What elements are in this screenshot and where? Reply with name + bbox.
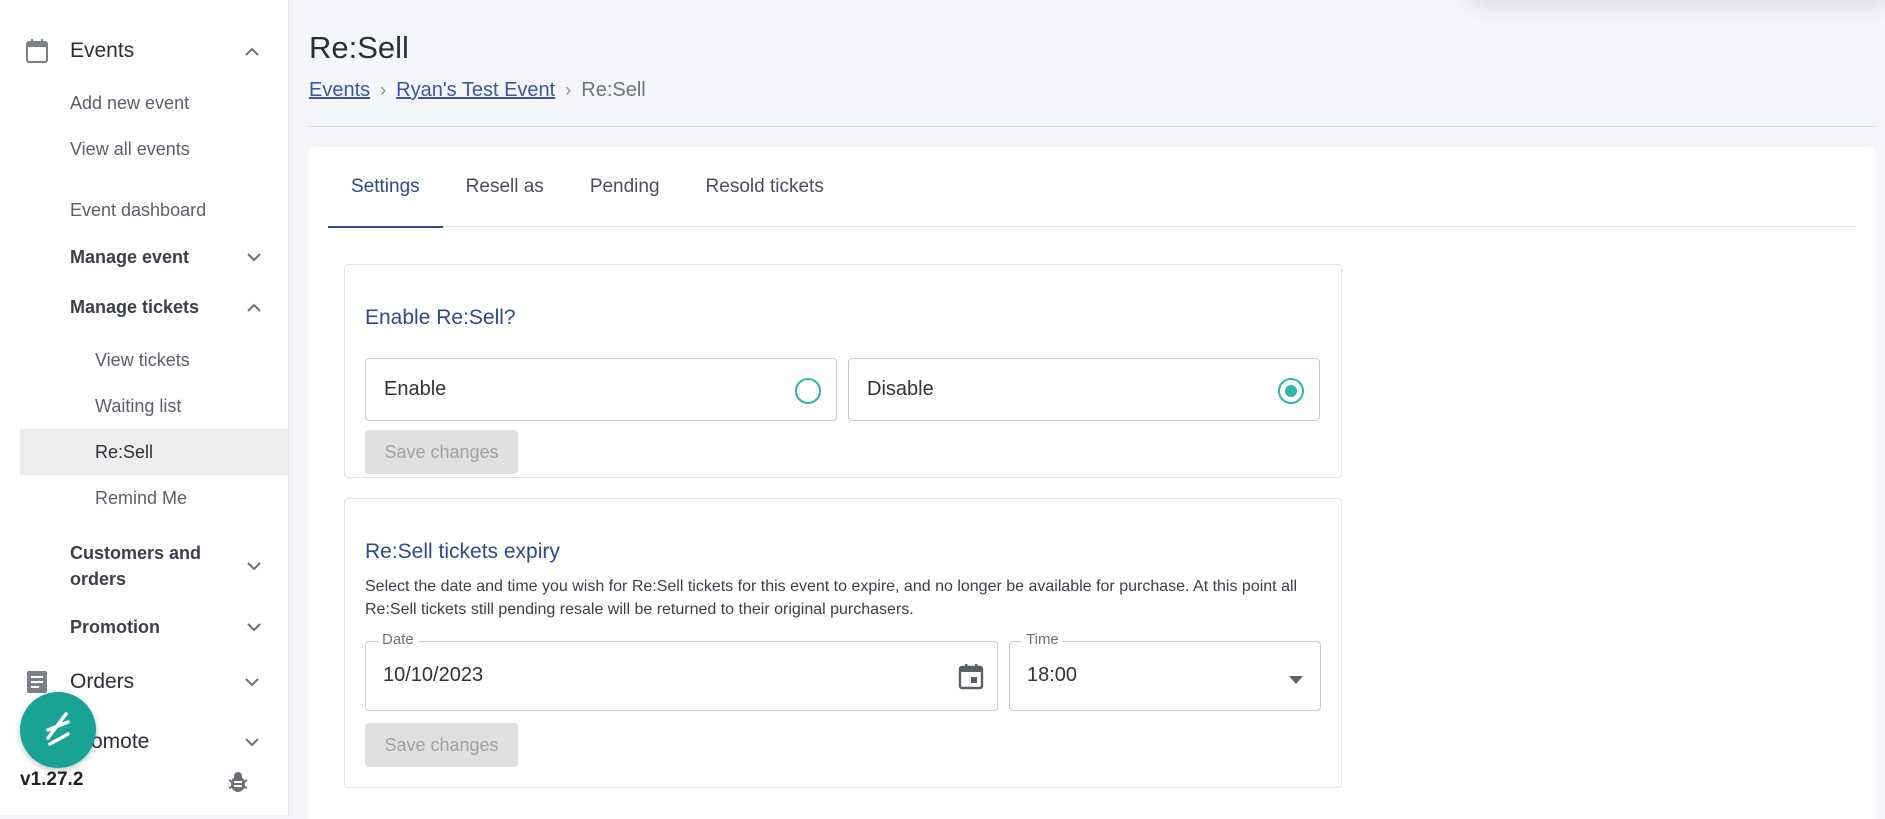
chevron-up-icon [246,299,262,315]
enable-option-label: Enable [384,378,447,400]
sidebar-item-label: Event dashboard [70,199,207,220]
help-chat-button[interactable] [20,692,96,768]
sidebar-item-add-new-event[interactable]: Add new event [20,91,288,115]
tab-settings[interactable]: Settings [328,147,443,228]
radio-checked-icon[interactable] [1278,378,1304,404]
sidebar-item-view-tickets[interactable]: View tickets [20,348,288,372]
breadcrumb-current: Re:Sell [581,79,646,101]
sidebar-item-event-dashboard[interactable]: Event dashboard [20,198,288,222]
save-changes-button[interactable]: Save changes [365,723,518,767]
resell-expiry-description: Select the date and time you wish for Re… [365,578,1298,618]
calendar-icon [26,39,48,63]
sidebar-item-label: Promotion [70,616,160,637]
disable-option-label: Disable [867,378,934,400]
breadcrumb-event-link[interactable]: Ryan's Test Event [396,79,555,102]
date-field[interactable]: Date 10/10/2023 [365,631,998,711]
resell-expiry-panel: Re:Sell tickets expiry Select the date a… [344,498,1342,788]
enable-resell-panel: Enable Re:Sell? Enable Disable Save chan… [344,264,1342,478]
chevron-down-icon [246,619,262,635]
sidebar: Events Add new event View all events Eve… [0,0,289,815]
disable-option[interactable]: Disable [848,358,1320,421]
sidebar-item-label: Customers and orders [70,543,202,589]
breadcrumb-separator: › [380,80,387,100]
resell-expiry-title: Re:Sell tickets expiry [365,540,560,563]
divider [309,126,1875,127]
enable-resell-title: Enable Re:Sell? [365,306,516,329]
app-version: v1.27.2 [20,769,84,790]
sidebar-item-label: Manage event [70,246,190,267]
radio-unchecked-icon[interactable] [795,378,821,404]
calendar-picker-icon[interactable] [957,662,985,690]
sidebar-item-label: Add new event [70,92,190,113]
logo-icon [40,708,76,753]
chevron-up-icon [244,43,260,59]
bug-report-icon[interactable] [226,770,250,794]
enable-option[interactable]: Enable [365,358,837,421]
sidebar-item-remind-me[interactable]: Remind Me [20,486,288,510]
main-content: Re:Sell Events › Ryan's Test Event › Re:… [290,0,1885,819]
sidebar-item-label: View all events [70,138,190,159]
sidebar-item-label: Manage tickets [70,296,200,317]
document-icon [27,671,47,693]
chevron-down-icon [244,734,260,750]
sidebar-section-events[interactable]: Events [20,36,288,66]
tab-pending[interactable]: Pending [567,147,683,227]
date-field-label: Date [378,631,418,648]
tab-resold-tickets[interactable]: Resold tickets [683,147,847,227]
breadcrumb: Events › Ryan's Test Event › Re:Sell [309,79,646,102]
tab-resell-as[interactable]: Resell as [443,147,567,227]
breadcrumb-separator: › [565,80,572,100]
sidebar-item-promotion[interactable]: Promotion [20,615,288,639]
sidebar-section-orders-label: Orders [70,670,135,693]
sidebar-item-label: Remind Me [95,487,188,508]
sidebar-section-events-label: Events [70,39,135,62]
save-changes-button[interactable]: Save changes [365,430,518,474]
sidebar-item-waiting-list[interactable]: Waiting list [20,394,288,418]
content-card: Settings Resell as Pending Resold ticket… [309,147,1875,819]
time-field-label: Time [1022,631,1063,648]
sidebar-item-label: View tickets [95,349,190,370]
sidebar-item-customers-orders[interactable]: Customers and orders [20,540,288,592]
sidebar-item-manage-event[interactable]: Manage event [20,245,288,269]
breadcrumb-events-link[interactable]: Events [309,79,370,102]
time-field-value: 18:00 [1027,664,1078,686]
sidebar-item-label: Waiting list [95,395,182,416]
chevron-down-icon [244,674,260,690]
date-field-value: 10/10/2023 [383,664,484,686]
chevron-down-icon [246,249,262,265]
sidebar-item-resell[interactable]: Re:Sell [20,429,288,475]
sidebar-item-manage-tickets[interactable]: Manage tickets [20,295,288,319]
tab-bar: Settings Resell as Pending Resold ticket… [328,147,1856,228]
sidebar-item-view-all-events[interactable]: View all events [20,137,288,161]
page-title: Re:Sell [309,30,409,65]
dropdown-arrow-icon[interactable] [1288,672,1304,684]
chevron-down-icon [246,558,262,574]
time-field[interactable]: Time 18:00 [1009,631,1321,711]
sidebar-item-label: Re:Sell [95,441,154,462]
